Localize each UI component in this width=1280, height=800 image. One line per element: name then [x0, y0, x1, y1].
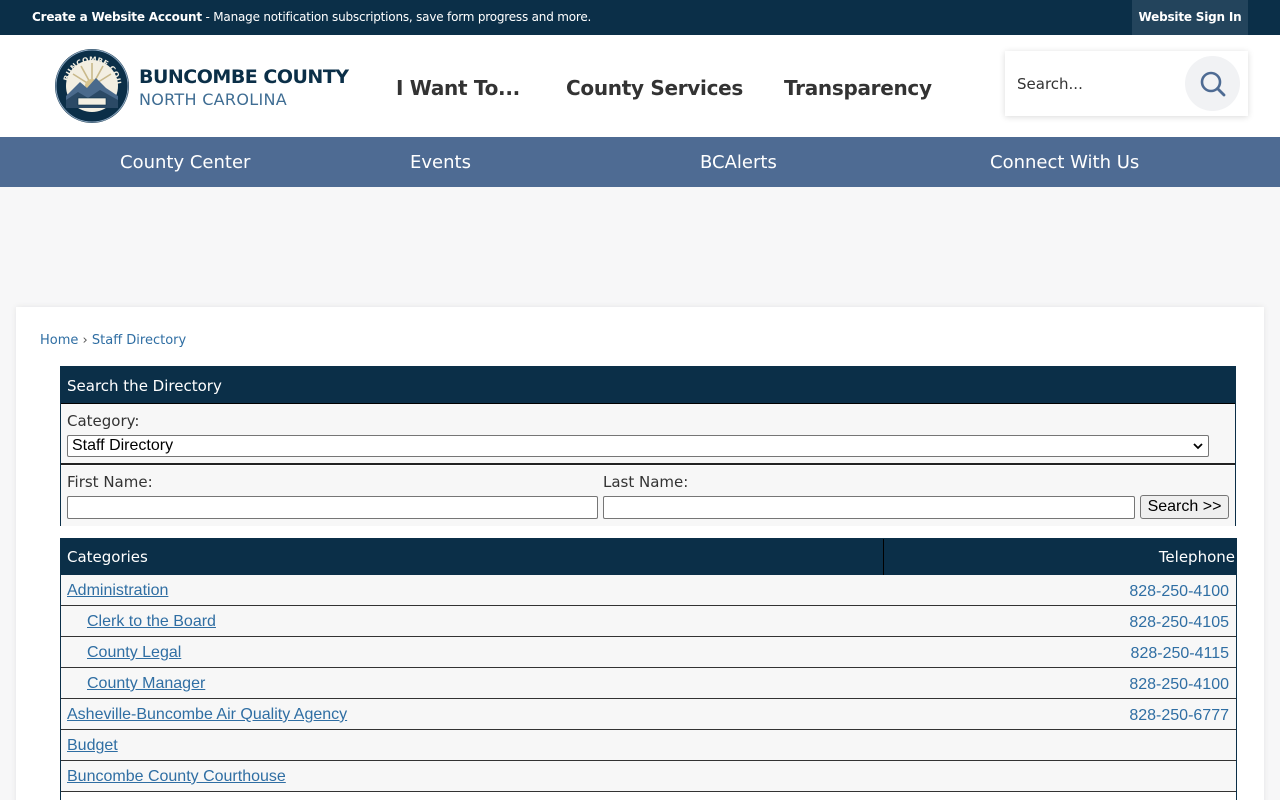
- site-search: [1005, 51, 1248, 116]
- directory-search-button[interactable]: Search >>: [1140, 495, 1229, 519]
- table-row: Budget: [61, 730, 1236, 761]
- site-header: BUNCOMBE COUNTY BUNCOMBE COUNTY NORTH CA…: [0, 35, 1280, 137]
- category-link[interactable]: Buncombe County Courthouse: [67, 768, 286, 786]
- site-title[interactable]: BUNCOMBE COUNTY: [139, 66, 349, 88]
- column-divider: [883, 539, 884, 575]
- subnav-connect-with-us[interactable]: Connect With Us: [990, 152, 1139, 173]
- last-name-label: Last Name:: [603, 473, 689, 491]
- subnav-county-center[interactable]: County Center: [120, 152, 250, 173]
- secondary-navigation: County Center Events BCAlerts Connect Wi…: [0, 137, 1280, 187]
- nav-i-want-to[interactable]: I Want To...: [396, 76, 520, 100]
- table-row: Asheville-Buncombe Air Quality Agency 828…: [61, 699, 1236, 730]
- create-account-message[interactable]: Create a Website Account - Manage notifi…: [32, 10, 591, 24]
- breadcrumb: Home › Staff Directory: [40, 333, 186, 348]
- breadcrumb-home[interactable]: Home: [40, 333, 78, 348]
- search-icon: [1200, 71, 1225, 96]
- breadcrumb-separator: ›: [82, 333, 88, 348]
- nav-transparency[interactable]: Transparency: [784, 76, 932, 100]
- column-header-telephone: Telephone: [1158, 548, 1235, 566]
- website-sign-in-button[interactable]: Website Sign In: [1132, 0, 1248, 35]
- directory-search-panel: Search the Directory Category: Staff Dir…: [60, 366, 1236, 526]
- site-subtitle: NORTH CAROLINA: [139, 90, 287, 109]
- category-link[interactable]: County Legal: [87, 644, 181, 662]
- chevron-down-icon: [1193, 443, 1203, 450]
- phone-link[interactable]: 828-250-4100: [1129, 583, 1229, 601]
- table-row: Clerk to the Board 828-250-4105: [61, 606, 1236, 637]
- category-link[interactable]: Administration: [67, 582, 168, 600]
- subnav-events[interactable]: Events: [410, 152, 471, 173]
- search-button[interactable]: [1185, 56, 1240, 111]
- county-seal-logo[interactable]: BUNCOMBE COUNTY: [50, 41, 130, 124]
- category-select[interactable]: Staff Directory: [67, 435, 1209, 457]
- create-account-link[interactable]: Create a Website Account: [32, 10, 202, 24]
- category-link[interactable]: Clerk to the Board: [87, 613, 216, 631]
- category-link[interactable]: Asheville-Buncombe Air Quality Agency: [67, 706, 347, 724]
- first-name-input[interactable]: [67, 496, 598, 519]
- subnav-bcalerts[interactable]: BCAlerts: [700, 152, 777, 173]
- top-account-bar: Create a Website Account - Manage notifi…: [0, 0, 1280, 35]
- table-row: County Manager 828-250-4100: [61, 668, 1236, 699]
- create-account-description: - Manage notification subscriptions, sav…: [201, 10, 592, 24]
- categories-table: Categories Telephone Administration 828-2…: [60, 538, 1237, 800]
- category-label: Category:: [67, 412, 140, 430]
- category-selected-value: Staff Directory: [72, 437, 174, 454]
- breadcrumb-current[interactable]: Staff Directory: [92, 333, 186, 348]
- category-link[interactable]: County Manager: [87, 675, 205, 693]
- table-row: Administration 828-250-4100: [61, 575, 1236, 606]
- nav-county-services[interactable]: County Services: [566, 76, 743, 100]
- phone-link[interactable]: 828-250-4105: [1129, 614, 1229, 632]
- table-row: County Legal 828-250-4115: [61, 637, 1236, 668]
- first-name-label: First Name:: [67, 473, 153, 491]
- name-search-row: First Name: Last Name: Search >>: [61, 466, 1235, 526]
- directory-search-title: Search the Directory: [61, 367, 1235, 404]
- last-name-input[interactable]: [603, 496, 1135, 519]
- category-link[interactable]: Budget: [67, 737, 118, 755]
- phone-link[interactable]: 828-250-6777: [1129, 707, 1229, 725]
- categories-table-header: Categories Telephone: [61, 539, 1236, 575]
- phone-link[interactable]: 828-250-4100: [1129, 676, 1229, 694]
- phone-link[interactable]: 828-250-4115: [1131, 645, 1229, 663]
- table-row: Buncombe County Courthouse: [61, 761, 1236, 792]
- column-header-categories: Categories: [67, 548, 148, 566]
- search-input[interactable]: [1017, 69, 1182, 99]
- category-row: Category: Staff Directory: [61, 404, 1235, 465]
